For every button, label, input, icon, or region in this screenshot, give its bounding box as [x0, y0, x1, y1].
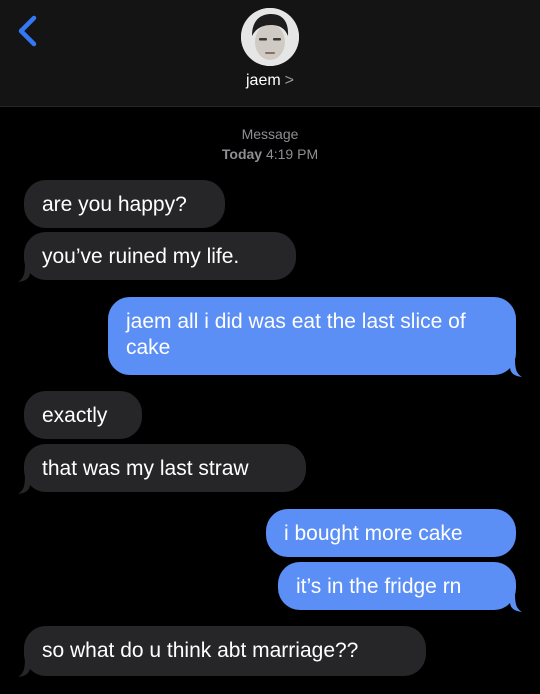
bubble-tail-sent: [510, 357, 522, 377]
message-bubble-received[interactable]: that was my last straw: [24, 444, 306, 492]
message-bubble-sent[interactable]: it’s in the fridge rn: [278, 562, 516, 610]
message-bubble-received[interactable]: you’ve ruined my life.: [24, 232, 296, 280]
bubble-tail-received: [18, 262, 30, 282]
contact-name-button[interactable]: jaem >: [0, 72, 540, 90]
back-button[interactable]: [12, 10, 48, 54]
message-bubble-sent[interactable]: jaem all i did was eat the last slice of…: [108, 297, 516, 375]
message-bubble-received[interactable]: exactly: [24, 391, 142, 439]
message-text: you’ve ruined my life.: [42, 245, 240, 268]
bubble-tail-received: [18, 474, 30, 494]
timestamp: Today 4:19 PM: [0, 146, 540, 162]
message-text: jaem all i did was eat the last slice of…: [126, 310, 466, 359]
message-bubble-sent[interactable]: i bought more cake: [266, 509, 516, 557]
avatar[interactable]: [241, 8, 299, 66]
timestamp-date: Today: [221, 146, 263, 162]
bubble-tail-received: [18, 657, 30, 677]
conversation-header: jaem >: [0, 0, 540, 107]
message-text: so what do u think abt marriage??: [42, 639, 359, 662]
service-label: Message: [241, 126, 299, 142]
chevron-right-icon: >: [284, 72, 295, 89]
contact-photo: [241, 8, 299, 66]
message-text: it’s in the fridge rn: [296, 575, 462, 598]
message-bubble-received[interactable]: are you happy?: [24, 180, 225, 228]
message-text: exactly: [42, 404, 108, 427]
timestamp-time: 4:19 PM: [265, 146, 319, 162]
message-text: that was my last straw: [42, 457, 249, 480]
chevron-left-icon: [18, 15, 37, 47]
message-bubble-received[interactable]: so what do u think abt marriage??: [24, 626, 426, 676]
bubble-tail-sent: [510, 592, 522, 612]
message-text: i bought more cake: [284, 522, 463, 545]
contact-name: jaem: [245, 72, 281, 89]
message-text: are you happy?: [42, 193, 187, 216]
